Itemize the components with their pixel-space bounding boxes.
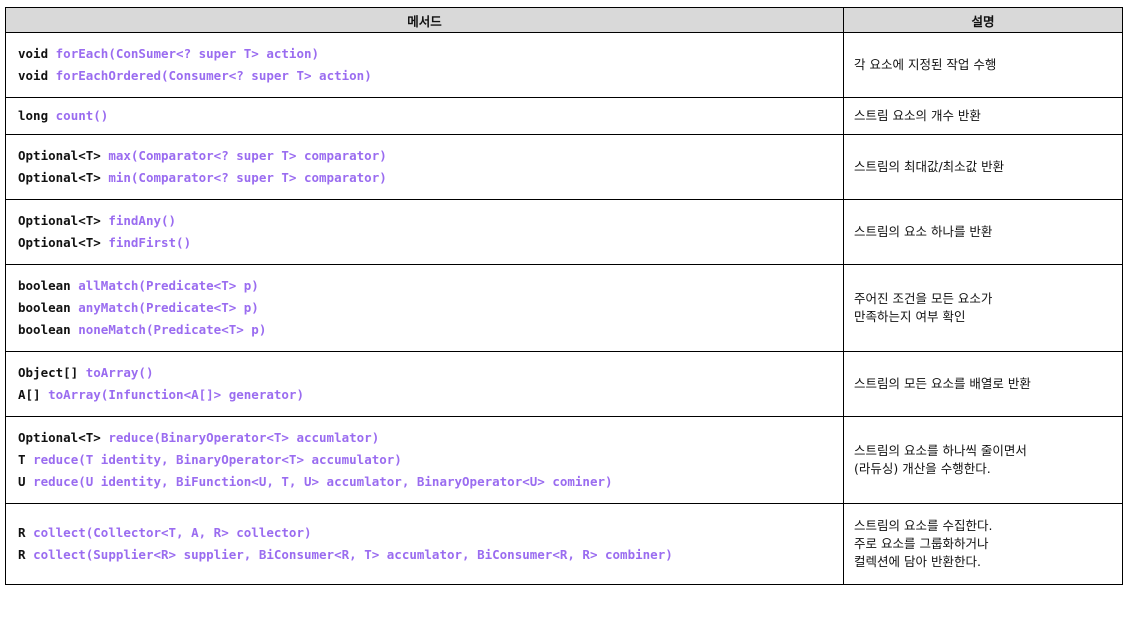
method-name: toArray(Infunction<A[]> generator) — [48, 387, 304, 402]
return-type: boolean — [18, 322, 79, 337]
description-cell: 스트림의 요소를 하나씩 줄이면서 (라듀싱) 개산을 수행한다. — [843, 416, 1123, 504]
description-cell: 스트림의 최대값/최소값 반환 — [843, 134, 1123, 200]
return-type: T — [18, 452, 34, 467]
methods-cell: Optional<T> findAny() Optional<T> findFi… — [5, 199, 844, 265]
methods-cell: long count() — [5, 97, 844, 135]
table-header-row: 메서드 설명 — [5, 7, 1123, 33]
method-signature: Optional<T> findFirst() — [18, 232, 831, 254]
return-type: R — [18, 547, 34, 562]
description-cell: 스트림 요소의 개수 반환 — [843, 97, 1123, 135]
description-text: 주어진 조건을 모든 요소가 — [854, 291, 993, 306]
table-row: R collect(Collector<T, A, R> collector) … — [5, 503, 1123, 585]
return-type: void — [18, 68, 56, 83]
table-row: Optional<T> findAny() Optional<T> findFi… — [5, 199, 1123, 265]
method-name: collect(Supplier<R> supplier, BiConsumer… — [33, 547, 673, 562]
method-name: count() — [55, 108, 109, 123]
method-name: forEach(ConSumer<? super T> action) — [55, 46, 320, 61]
description-text: 스트림 요소의 개수 반환 — [854, 108, 981, 123]
return-type: Optional<T> — [18, 430, 109, 445]
description-column-header: 설명 — [843, 7, 1123, 33]
method-signature: Optional<T> reduce(BinaryOperator<T> acc… — [18, 427, 831, 449]
description-cell: 스트림의 요소 하나를 반환 — [843, 199, 1123, 265]
return-type: U — [18, 474, 34, 489]
description-text: (라듀싱) 개산을 수행한다. — [854, 461, 991, 476]
table-row: boolean allMatch(Predicate<T> p) boolean… — [5, 264, 1123, 352]
method-name: collect(Collector<T, A, R> collector) — [33, 525, 312, 540]
method-signature: Optional<T> findAny() — [18, 210, 831, 232]
method-name: anyMatch(Predicate<T> p) — [78, 300, 259, 315]
method-signature: long count() — [18, 105, 831, 127]
method-name: allMatch(Predicate<T> p) — [78, 278, 259, 293]
return-type: long — [18, 108, 56, 123]
method-name: noneMatch(Predicate<T> p) — [78, 322, 267, 337]
description-text: 스트림의 모든 요소를 배열로 반환 — [854, 376, 1031, 391]
table-row: void forEach(ConSumer<? super T> action)… — [5, 32, 1123, 98]
method-signature: A[] toArray(Infunction<A[]> generator) — [18, 384, 831, 406]
method-name: forEachOrdered(Consumer<? super T> actio… — [55, 68, 372, 83]
return-type: Object[] — [18, 365, 86, 380]
method-name: min(Comparator<? super T> comparator) — [108, 170, 387, 185]
description-text: 컬렉션에 담아 반환한다. — [854, 554, 981, 569]
methods-cell: Object[] toArray() A[] toArray(Infunctio… — [5, 351, 844, 417]
return-type: Optional<T> — [18, 170, 109, 185]
methods-cell: Optional<T> max(Comparator<? super T> co… — [5, 134, 844, 200]
methods-cell: void forEach(ConSumer<? super T> action)… — [5, 32, 844, 98]
method-name: findFirst() — [108, 235, 192, 250]
method-signature: R collect(Collector<T, A, R> collector) — [18, 522, 831, 544]
method-name: reduce(U identity, BiFunction<U, T, U> a… — [33, 474, 613, 489]
return-type: Optional<T> — [18, 148, 109, 163]
return-type: R — [18, 525, 34, 540]
method-column-header: 메서드 — [5, 7, 844, 33]
description-cell: 스트림의 요소를 수집한다. 주로 요소를 그룹화하거나 컬렉션에 담아 반환한… — [843, 503, 1123, 585]
table-row: Optional<T> max(Comparator<? super T> co… — [5, 134, 1123, 200]
method-name: reduce(BinaryOperator<T> accumlator) — [108, 430, 380, 445]
method-signature: void forEachOrdered(Consumer<? super T> … — [18, 65, 831, 87]
method-signature: Optional<T> max(Comparator<? super T> co… — [18, 145, 831, 167]
return-type: Optional<T> — [18, 235, 109, 250]
description-text: 주로 요소를 그룹화하거나 — [854, 536, 989, 551]
description-text: 스트림의 요소를 수집한다. — [854, 518, 993, 533]
methods-cell: R collect(Collector<T, A, R> collector) … — [5, 503, 844, 585]
method-signature: Object[] toArray() — [18, 362, 831, 384]
return-type: Optional<T> — [18, 213, 109, 228]
method-signature: boolean allMatch(Predicate<T> p) — [18, 275, 831, 297]
description-cell: 주어진 조건을 모든 요소가 만족하는지 여부 확인 — [843, 264, 1123, 352]
stream-methods-table: 메서드 설명 void forEach(ConSumer<? super T> … — [5, 7, 1123, 585]
description-cell: 스트림의 모든 요소를 배열로 반환 — [843, 351, 1123, 417]
method-signature: boolean anyMatch(Predicate<T> p) — [18, 297, 831, 319]
method-name: toArray() — [85, 365, 154, 380]
table-row: long count() 스트림 요소의 개수 반환 — [5, 97, 1123, 135]
methods-cell: Optional<T> reduce(BinaryOperator<T> acc… — [5, 416, 844, 504]
return-type: boolean — [18, 278, 79, 293]
methods-cell: boolean allMatch(Predicate<T> p) boolean… — [5, 264, 844, 352]
method-name: findAny() — [108, 213, 177, 228]
description-text: 스트림의 요소를 하나씩 줄이면서 — [854, 443, 1027, 458]
table-row: Optional<T> reduce(BinaryOperator<T> acc… — [5, 416, 1123, 504]
method-signature: boolean noneMatch(Predicate<T> p) — [18, 319, 831, 341]
method-signature: T reduce(T identity, BinaryOperator<T> a… — [18, 449, 831, 471]
description-text: 각 요소에 지정된 작업 수행 — [854, 57, 997, 72]
document: 메서드 설명 void forEach(ConSumer<? super T> … — [0, 0, 1145, 585]
return-type: void — [18, 46, 56, 61]
method-signature: R collect(Supplier<R> supplier, BiConsum… — [18, 544, 831, 566]
description-cell: 각 요소에 지정된 작업 수행 — [843, 32, 1123, 98]
return-type: A[] — [18, 387, 49, 402]
description-text: 스트림의 최대값/최소값 반환 — [854, 159, 1005, 174]
method-signature: Optional<T> min(Comparator<? super T> co… — [18, 167, 831, 189]
description-text: 만족하는지 여부 확인 — [854, 309, 966, 324]
table-row: Object[] toArray() A[] toArray(Infunctio… — [5, 351, 1123, 417]
method-signature: U reduce(U identity, BiFunction<U, T, U>… — [18, 471, 831, 493]
description-text: 스트림의 요소 하나를 반환 — [854, 224, 993, 239]
method-name: max(Comparator<? super T> comparator) — [108, 148, 387, 163]
method-signature: void forEach(ConSumer<? super T> action) — [18, 43, 831, 65]
method-name: reduce(T identity, BinaryOperator<T> acc… — [33, 452, 402, 467]
return-type: boolean — [18, 300, 79, 315]
